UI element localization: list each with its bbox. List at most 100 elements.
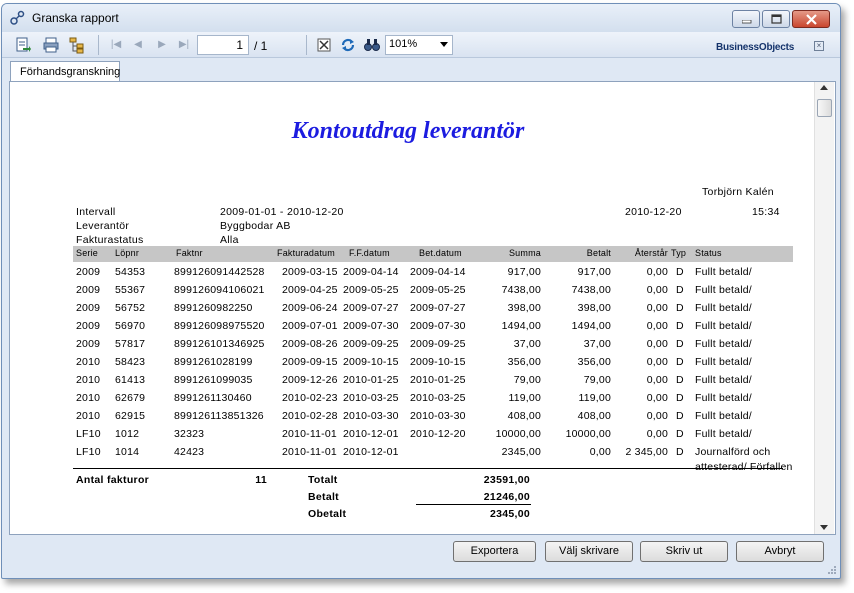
table-cell: 2010-11-01 [282,428,337,440]
previous-page-icon[interactable]: ◀ [132,38,144,52]
table-cell: 2010 [76,374,101,386]
table-cell: 32323 [174,428,205,440]
table-cell: 2009-07-27 [343,302,399,314]
table-row: 2009 56752 8991260982250 2009-06-24 2009-07-… [73,302,803,320]
title-bar[interactable]: Granska rapport [2,4,840,32]
table-cell: 408,00 [577,410,611,422]
table-cell: 398,00 [507,302,541,314]
filter-value: Byggbodar AB [220,220,291,232]
export-icon[interactable] [14,36,32,54]
table-cell: 2009-09-15 [282,356,338,368]
table-row: 2009 55367 899126094106021 2009-04-25 2009-0… [73,284,803,302]
table-cell: 2009 [76,284,101,296]
minimize-button[interactable] [732,10,760,28]
column-header: Status [695,248,722,258]
table-cell: 2010 [76,410,101,422]
refresh-icon[interactable] [339,36,357,54]
table-cell: 2009-07-30 [343,320,399,332]
table-cell: 62679 [115,392,146,404]
table-cell: 79,00 [513,374,541,386]
table-cell: 56970 [115,320,146,332]
total-label: Totalt [308,474,338,486]
window-title: Granska rapport [32,11,119,25]
zoom-select[interactable]: 101% [385,35,453,55]
table-cell: 2009-09-25 [410,338,466,350]
table-cell: 2009-10-15 [343,356,399,368]
table-row: 2010 58423 8991261028199 2009-09-15 2009-10-… [73,356,803,374]
paid-label: Betalt [308,491,339,503]
table-cell: 8991261028199 [174,356,253,368]
search-icon[interactable] [363,36,381,54]
table-cell: 2010-03-30 [410,410,466,422]
table-row: 2010 61413 8991261099035 2009-12-26 2010-01-… [73,374,803,392]
export-button[interactable]: Exportera [453,541,536,562]
table-cell: Fullt betald/ [695,356,752,368]
table-cell: Fullt betald/ [695,374,752,386]
resize-grip-icon[interactable] [827,565,837,575]
select-printer-button[interactable]: Välj skrivare [545,541,633,562]
table-cell: 1494,00 [571,320,611,332]
last-page-icon[interactable]: ▶| [178,38,190,52]
table-cell: 0,00 [646,284,668,296]
table-cell: 917,00 [507,266,541,278]
table-cell: Fullt betald/ [695,428,752,440]
table-cell: 0,00 [646,338,668,350]
table-cell: attesterad/ Förfallen [695,461,793,473]
table-cell: 2009 [76,338,101,350]
table-cell: 2010-12-20 [410,428,466,440]
table-cell: Fullt betald/ [695,320,752,332]
group-tree-icon[interactable] [68,36,86,54]
table-cell: 2010-02-23 [282,392,338,404]
invoice-count-value: 11 [255,474,267,486]
table-cell: 1012 [115,428,140,440]
table-row: 2010 62915 899126113851326 2010-02-28 2010-0… [73,410,803,428]
table-cell: 2010-12-01 [343,428,399,440]
table-cell: 0,00 [646,302,668,314]
scroll-thumb[interactable] [817,99,832,117]
table-cell: 2010 [76,356,101,368]
print-button[interactable]: Skriv ut [640,541,728,562]
table-cell: 2010-12-01 [343,446,399,458]
report-user: Torbjörn Kalén [702,186,774,198]
table-cell: 79,00 [583,374,611,386]
vertical-scrollbar[interactable] [814,82,834,534]
panel-close-icon[interactable]: × [814,41,824,51]
table-cell: 2009-04-14 [343,266,399,278]
subtotal-rule [416,504,531,505]
table-cell: 37,00 [513,338,541,350]
column-header: Fakturadatum [277,248,335,258]
next-page-icon[interactable]: ▶ [156,38,168,52]
scroll-down-icon[interactable] [820,525,828,530]
report-preview-window: Granska rapport |◀ ◀ ▶ ▶| 1 / 1 101% Bus… [1,3,841,579]
print-icon[interactable] [42,36,60,54]
stop-icon[interactable] [315,36,333,54]
table-cell: 2009-06-24 [282,302,338,314]
table-cell: 56752 [115,302,146,314]
table-cell: 2009-12-26 [282,374,338,386]
table-cell: D [676,392,684,404]
table-cell: 2009 [76,302,101,314]
table-cell: D [676,302,684,314]
maximize-icon [771,14,782,24]
table-cell: 58423 [115,356,146,368]
table-cell: 2009 [76,266,101,278]
column-header: Typ [671,248,687,258]
tab-preview[interactable]: Förhandsgranskning [10,61,120,82]
table-cell: 8991261130460 [174,392,252,404]
chevron-down-icon [440,42,448,47]
scroll-up-icon[interactable] [820,85,828,90]
table-cell: 1494,00 [501,320,541,332]
maximize-button[interactable] [762,10,790,28]
cancel-button[interactable]: Avbryt [736,541,824,562]
invoice-count-label: Antal fakturor [76,474,150,486]
paid-value: 21246,00 [483,491,530,503]
page-number-input[interactable]: 1 [197,35,249,55]
table-cell: D [676,428,684,440]
first-page-icon[interactable]: |◀ [110,38,122,52]
table-cell: 356,00 [577,356,611,368]
table-cell: 55367 [115,284,146,296]
table-header: Serie Löpnr Faktnr Fakturadatum F.F.datu… [73,246,793,262]
filter-value: Alla [220,234,239,246]
close-button[interactable] [792,10,830,28]
table-row: LF10 1014 42423 2010-11-01 2010-12-01 2345,00… [73,446,803,473]
